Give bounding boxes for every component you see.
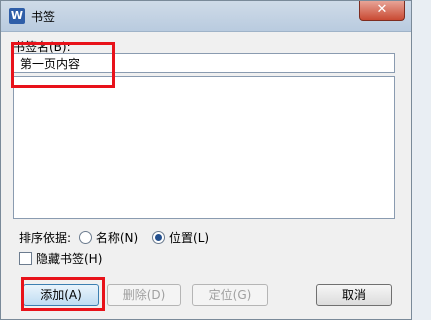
delete-button[interactable]: 删除(D) bbox=[107, 284, 181, 306]
bookmark-list[interactable] bbox=[13, 76, 395, 219]
highlight-box-name bbox=[11, 42, 115, 88]
background-window-edge bbox=[412, 0, 431, 320]
hidden-bookmarks-label: 隐藏书签(H) bbox=[36, 252, 103, 266]
hidden-bookmarks-row[interactable]: 隐藏书签(H) bbox=[19, 250, 102, 267]
goto-button[interactable]: 定位(G) bbox=[192, 284, 268, 306]
sort-row: 排序依据: 名称(N) 位置(L) bbox=[19, 229, 209, 246]
sort-by-position-option[interactable]: 位置(L) bbox=[152, 231, 209, 245]
radio-sort-position[interactable] bbox=[152, 231, 166, 244]
close-button[interactable]: ✕ bbox=[359, 1, 405, 21]
sort-by-position-label: 位置(L) bbox=[169, 231, 210, 245]
sort-by-name-label: 名称(N) bbox=[95, 231, 139, 245]
cancel-button[interactable]: 取消 bbox=[316, 284, 392, 306]
sort-by-name-option[interactable]: 名称(N) bbox=[78, 231, 142, 245]
title-bar[interactable]: W 书签 ✕ bbox=[1, 1, 411, 32]
radio-sort-name[interactable] bbox=[78, 231, 92, 244]
wps-writer-icon: W bbox=[9, 8, 25, 24]
dialog-title: 书签 bbox=[31, 10, 56, 24]
hidden-bookmarks-checkbox[interactable] bbox=[19, 252, 32, 265]
sort-label: 排序依据: bbox=[19, 231, 72, 245]
highlight-box-add bbox=[21, 277, 105, 311]
